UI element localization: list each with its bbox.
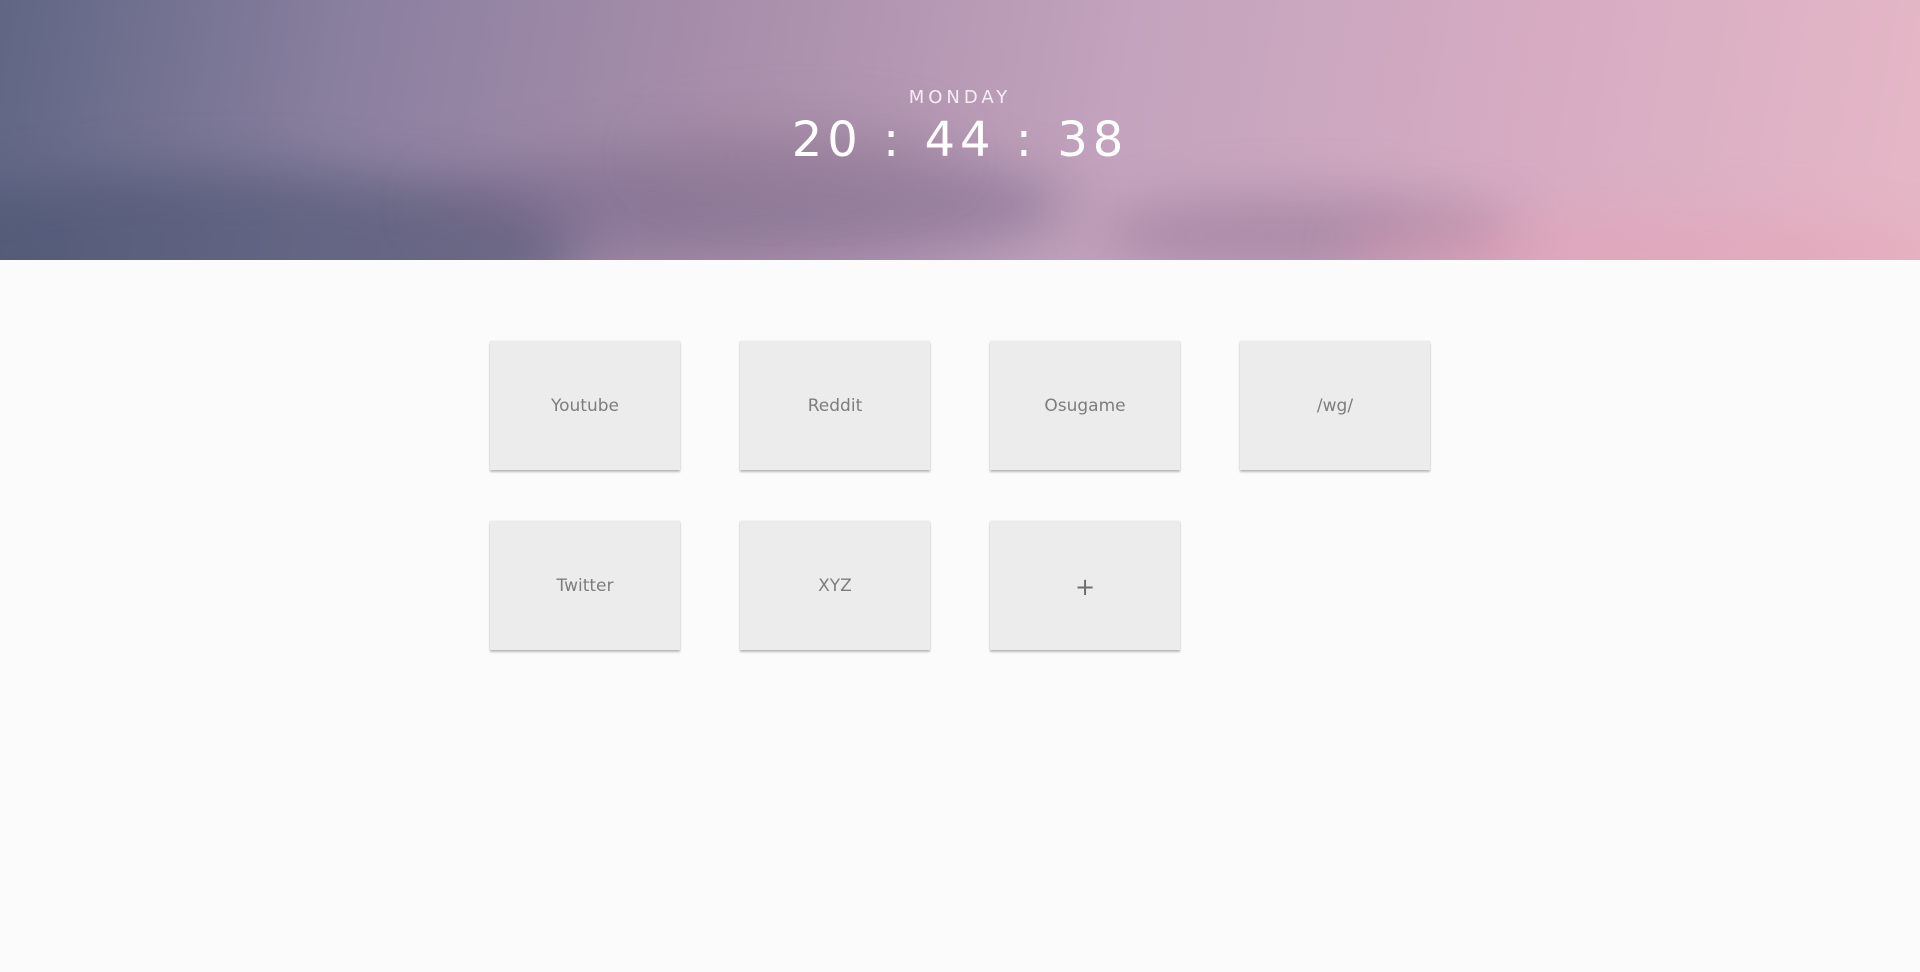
time-display: 20 : 44 : 38 <box>791 112 1129 168</box>
shortcut-wg[interactable]: /wg/ <box>1240 341 1430 470</box>
shortcut-osugame[interactable]: Osugame <box>990 341 1180 470</box>
shortcut-twitter[interactable]: Twitter <box>490 521 680 650</box>
add-shortcut-button[interactable]: + <box>990 521 1180 650</box>
shortcut-reddit[interactable]: Reddit <box>740 341 930 470</box>
shortcut-youtube[interactable]: Youtube <box>490 341 680 470</box>
shortcut-xyz[interactable]: XYZ <box>740 521 930 650</box>
plus-icon: + <box>1074 573 1096 601</box>
day-label: MONDAY <box>908 87 1012 108</box>
header-banner: MONDAY 20 : 44 : 38 <box>0 0 1920 260</box>
